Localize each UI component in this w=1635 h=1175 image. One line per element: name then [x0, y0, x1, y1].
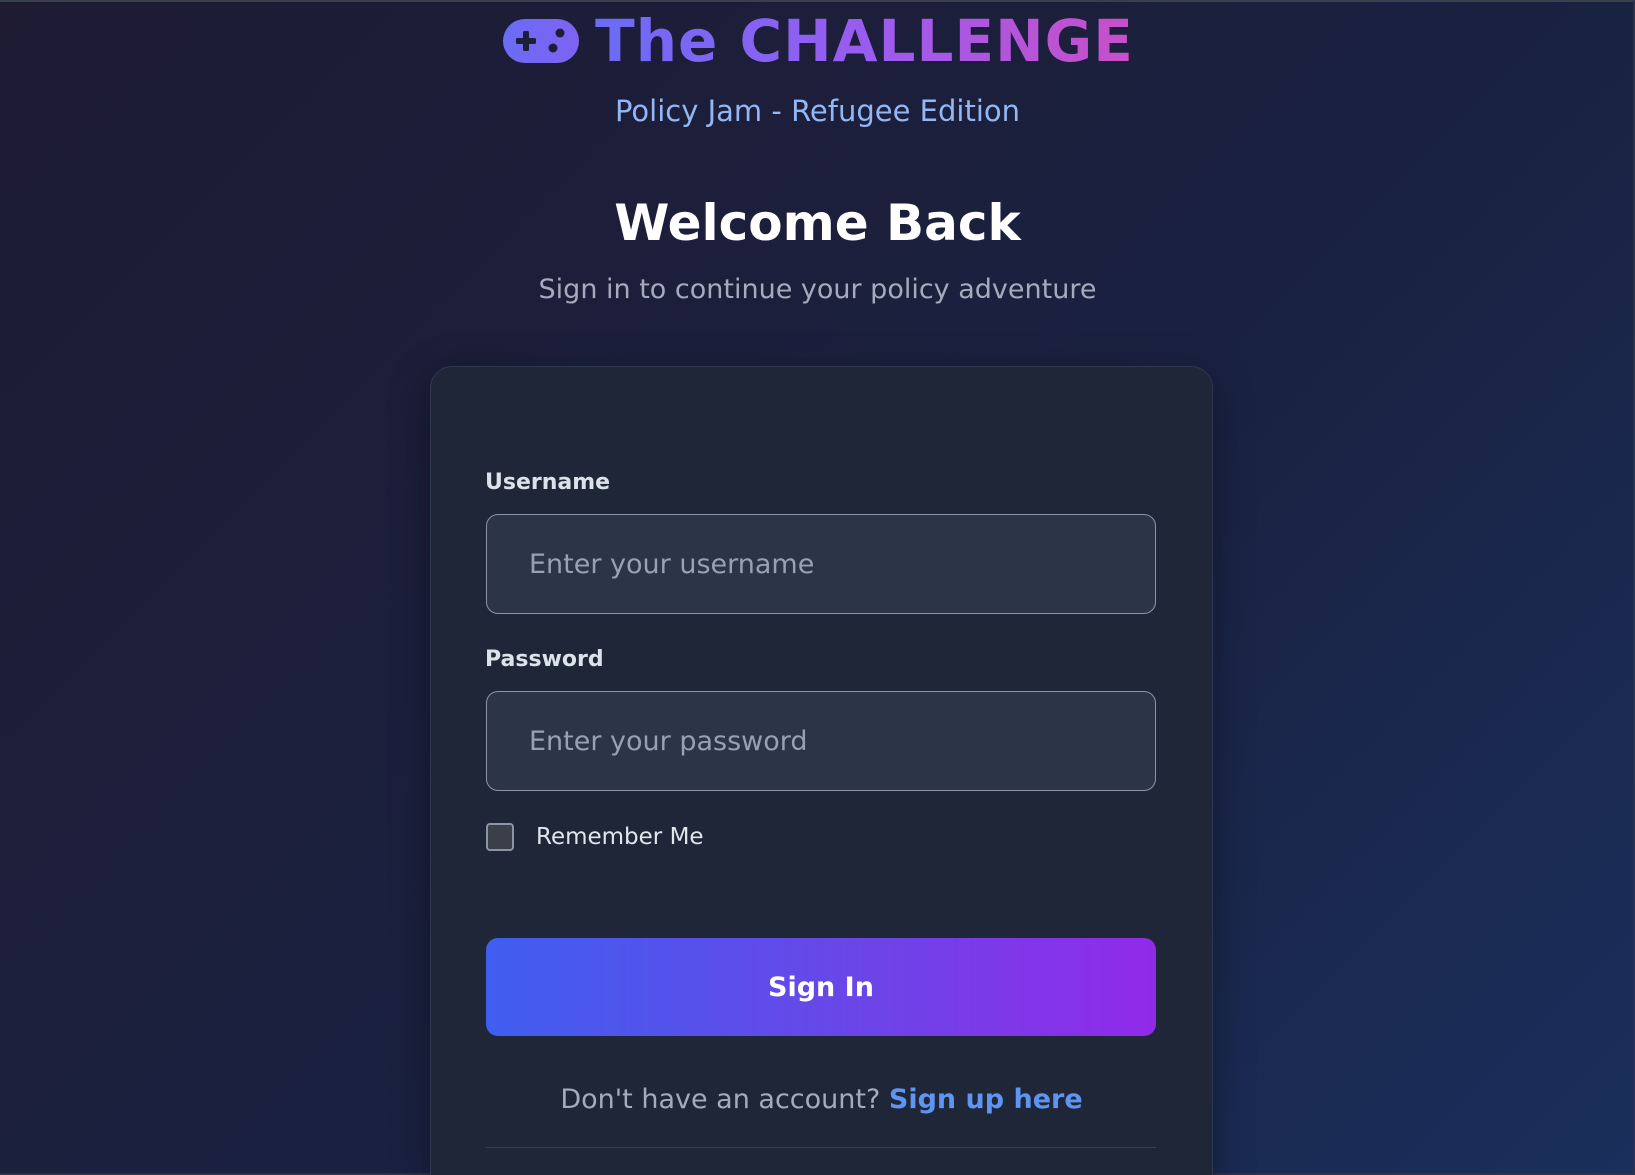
password-label: Password [485, 647, 604, 672]
brand-header: The CHALLENGE [0, 6, 1635, 76]
username-label: Username [485, 470, 611, 495]
app-title: The CHALLENGE [595, 7, 1134, 75]
remember-me-checkbox[interactable] [486, 823, 514, 851]
signup-row: Don't have an account? Sign up here [430, 1080, 1213, 1120]
page-subtitle: Sign in to continue your policy adventur… [538, 274, 1097, 305]
window-top-border [0, 0, 1635, 2]
remember-me-row[interactable]: Remember Me [486, 822, 704, 852]
username-input[interactable] [486, 514, 1156, 614]
page-title: Welcome Back [614, 194, 1021, 252]
signup-prompt: Don't have an account? [560, 1084, 889, 1115]
app-subtitle: Policy Jam - Refugee Edition [614, 94, 1021, 128]
remember-me-label[interactable]: Remember Me [536, 822, 704, 852]
signup-link[interactable]: Sign up here [889, 1084, 1083, 1115]
sign-in-button[interactable]: Sign In [486, 938, 1156, 1036]
card-divider [486, 1147, 1156, 1148]
password-input[interactable] [486, 691, 1156, 791]
gamepad-icon [503, 19, 580, 63]
